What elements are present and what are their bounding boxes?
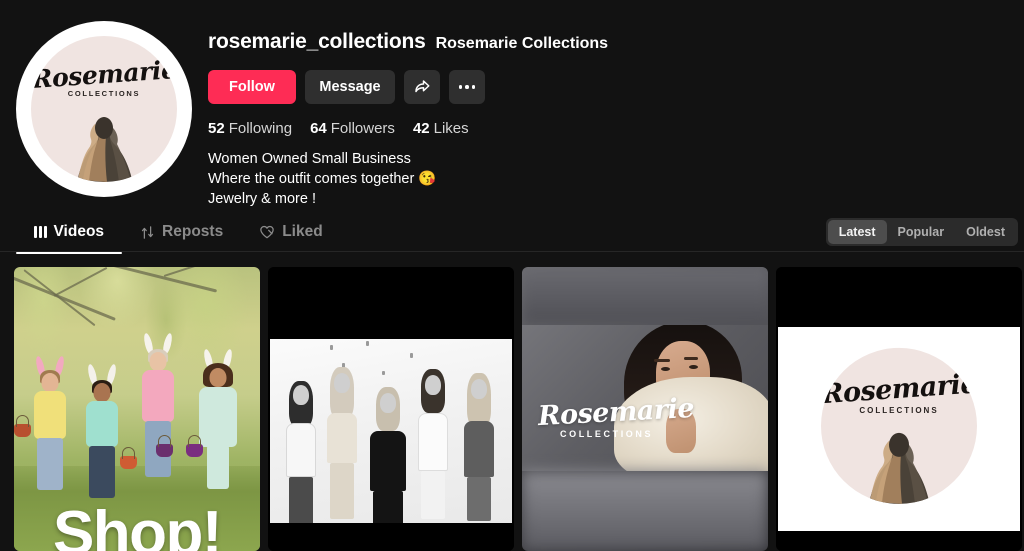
message-button[interactable]: Message (305, 70, 395, 104)
more-options-icon (458, 85, 476, 89)
tabs-divider (0, 251, 1024, 252)
avatar-image: Rosemarie COLLECTIONS (31, 36, 177, 182)
tab-liked-label: Liked (282, 223, 323, 240)
tab-liked[interactable]: Liked (241, 212, 340, 252)
followers-label: Followers (330, 119, 395, 137)
avatar-dress-illustration (77, 117, 133, 182)
repost-arrows-icon (141, 225, 154, 239)
video-2-image (268, 267, 514, 551)
tab-reposts[interactable]: Reposts (122, 212, 241, 252)
stat-followers[interactable]: 64 Followers (310, 120, 395, 137)
video-4-logo-script: Rosemarie (821, 368, 977, 411)
share-arrow-icon (415, 80, 430, 93)
video-4-dress-illustration (869, 432, 930, 504)
video-3-image: Rosemarie COLLECTIONS (522, 267, 768, 551)
video-grid: Shop! Rosemarie COLLECTIONS Rosemarie CO… (14, 267, 1022, 551)
stat-following[interactable]: 52 Following (208, 120, 292, 137)
sort-option-popular[interactable]: Popular (887, 220, 956, 244)
followers-count: 64 (310, 119, 327, 137)
stats-row: 52 Following 64 Followers 42 Likes (208, 118, 1008, 138)
video-thumbnail-3[interactable]: Rosemarie COLLECTIONS (522, 267, 768, 551)
video-thumbnail-2[interactable] (268, 267, 514, 551)
display-name: Rosemarie Collections (435, 35, 609, 52)
name-row: rosemarie_collections Rosemarie Collecti… (208, 30, 1008, 58)
tiktok-profile-page: Rosemarie COLLECTIONS rosemarie_collecti… (0, 0, 1024, 551)
video-thumbnail-4[interactable]: Rosemarie COLLECTIONS (776, 267, 1022, 551)
sort-option-latest[interactable]: Latest (827, 220, 887, 244)
tab-reposts-label: Reposts (162, 223, 224, 240)
heart-slash-icon (260, 225, 274, 239)
tab-videos[interactable]: Videos (16, 212, 123, 254)
following-count: 52 (208, 119, 225, 137)
stat-likes[interactable]: 42 Likes (413, 120, 469, 137)
following-label: Following (228, 119, 293, 137)
sort-control: Latest Popular Oldest (825, 218, 1018, 246)
more-options-button[interactable] (449, 70, 485, 104)
share-button[interactable] (404, 70, 440, 104)
avatar[interactable]: Rosemarie COLLECTIONS (16, 21, 192, 197)
profile-info: rosemarie_collections Rosemarie Collecti… (208, 30, 1008, 209)
video-1-image: Shop! (14, 267, 260, 551)
action-buttons: Follow Message (208, 70, 1008, 104)
grid-videos-icon (34, 226, 47, 238)
follow-button[interactable]: Follow (208, 70, 296, 104)
profile-header: Rosemarie COLLECTIONS rosemarie_collecti… (0, 0, 1024, 210)
sort-option-oldest[interactable]: Oldest (955, 220, 1016, 244)
username: rosemarie_collections (208, 30, 426, 53)
tabs-bar: Videos Reposts Liked Latest Popular Olde… (0, 212, 1024, 254)
profile-bio: Women Owned Small Business Where the out… (208, 151, 437, 207)
video-4-logo-subtitle: COLLECTIONS (859, 405, 939, 415)
avatar-logo-subtitle: COLLECTIONS (67, 89, 141, 98)
video-1-overlay-text: Shop! (52, 499, 223, 551)
profile-tabs: Videos Reposts Liked (16, 212, 341, 254)
likes-count: 42 (412, 119, 430, 137)
video-3-logo-subtitle: COLLECTIONS (560, 429, 654, 439)
video-thumbnail-1[interactable]: Shop! (14, 267, 260, 551)
tab-videos-label: Videos (53, 223, 105, 240)
likes-label: Likes (433, 119, 469, 137)
video-4-image: Rosemarie COLLECTIONS (776, 267, 1022, 551)
